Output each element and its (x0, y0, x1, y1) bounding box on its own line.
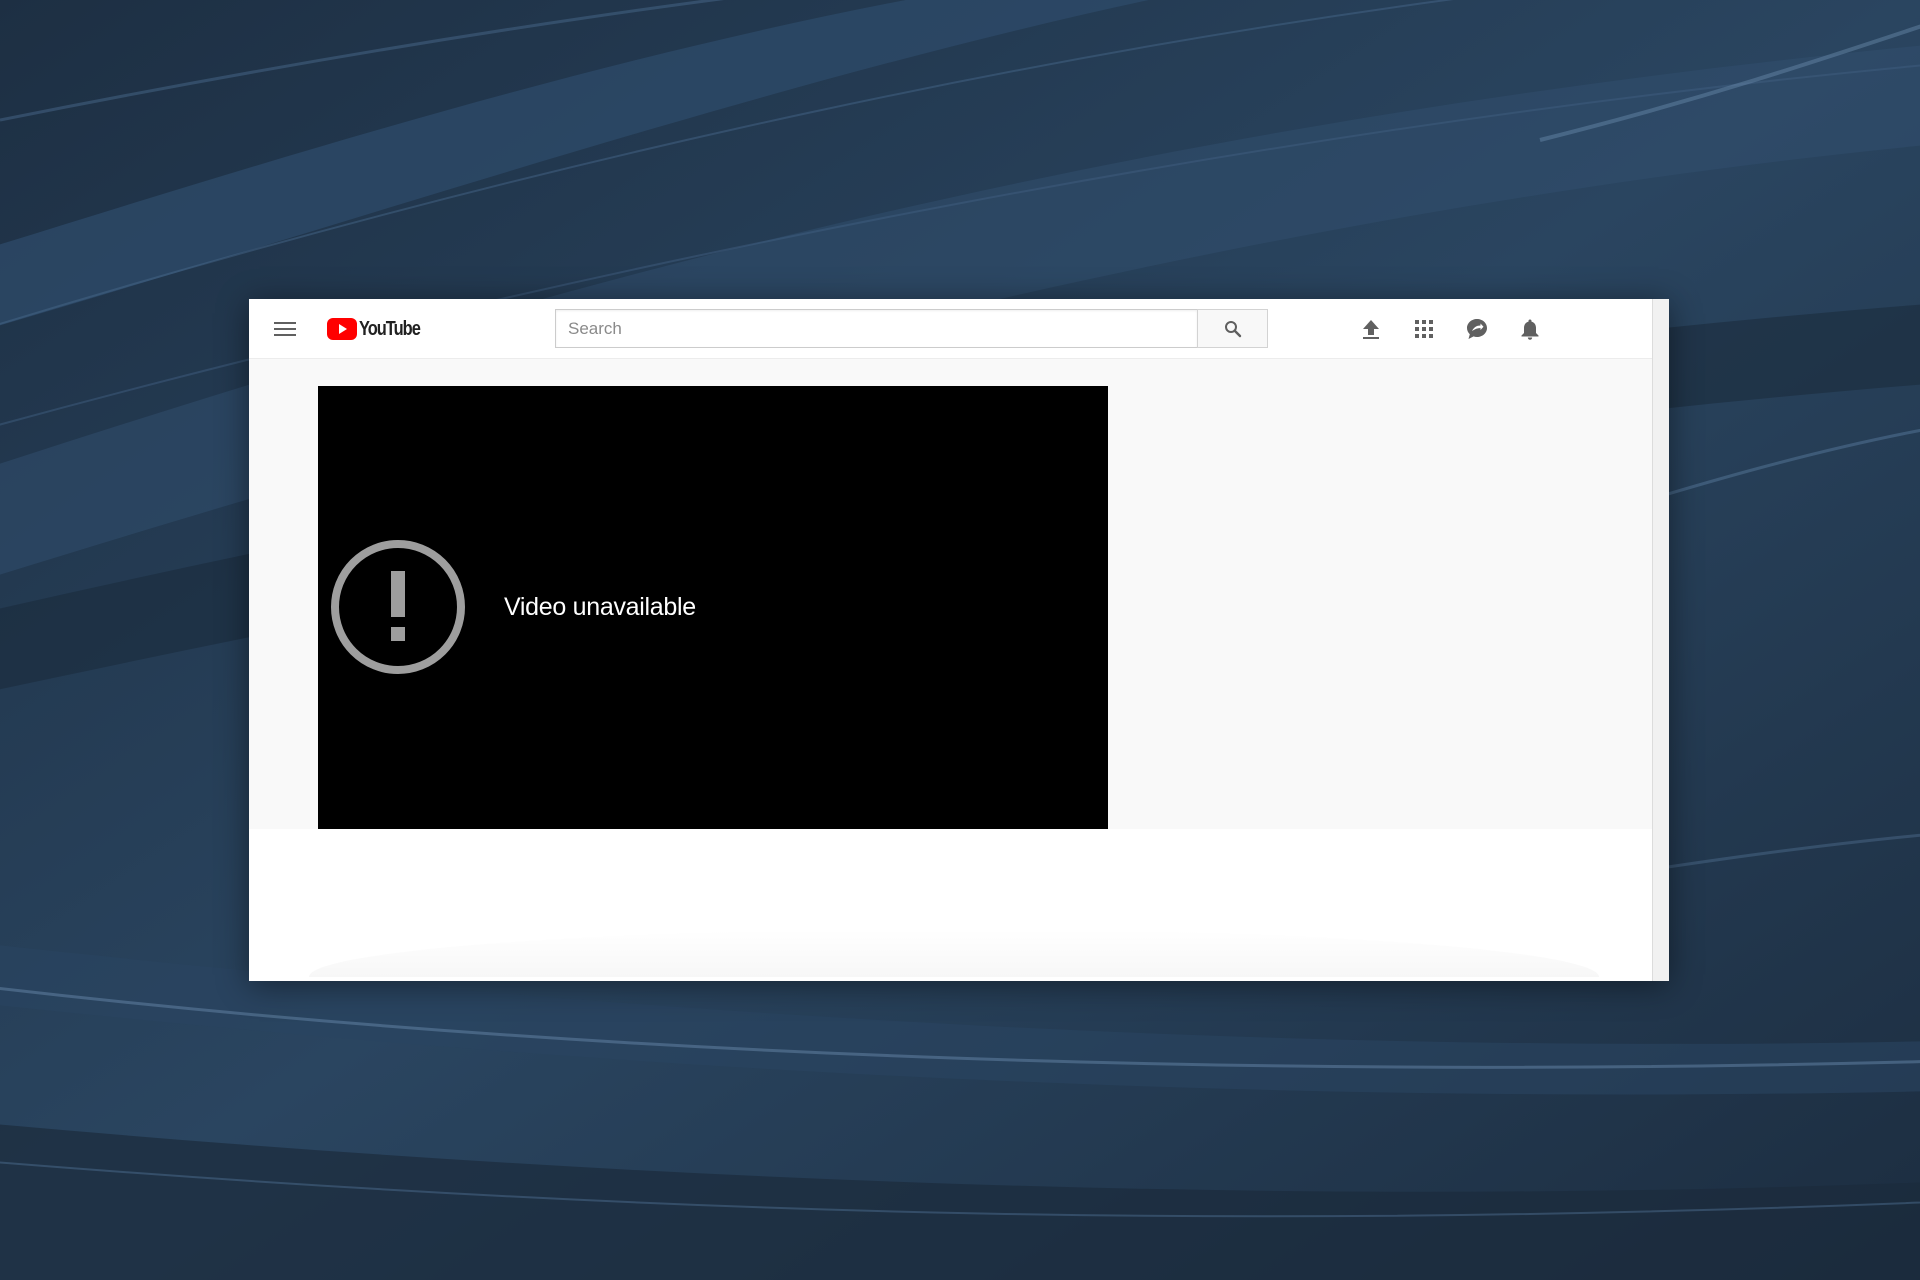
search-form (555, 309, 1268, 348)
watch-page: Video unavailable (249, 359, 1653, 829)
apps-icon (1415, 320, 1433, 338)
messages-button[interactable] (1461, 313, 1493, 345)
search-icon (1224, 320, 1241, 337)
apps-button[interactable] (1408, 313, 1440, 345)
youtube-logo[interactable]: YouTube (327, 317, 433, 341)
alert-circle-icon (331, 540, 465, 674)
upload-icon (1363, 320, 1379, 339)
video-player[interactable]: Video unavailable (318, 386, 1108, 829)
upload-button[interactable] (1355, 313, 1387, 345)
browser-window: YouTube Search Video unavailable (249, 299, 1669, 981)
messages-icon (1467, 319, 1487, 339)
menu-icon (274, 322, 296, 336)
player-error-message: Video unavailable (504, 593, 696, 621)
content-shadow (309, 929, 1599, 977)
youtube-play-icon (327, 318, 357, 340)
notifications-button[interactable] (1514, 313, 1546, 345)
youtube-masthead: YouTube (249, 299, 1653, 359)
search-input[interactable] (555, 309, 1197, 348)
masthead-end-icons (1355, 313, 1546, 345)
logo-wordmark: YouTube (359, 317, 421, 340)
guide-menu-button[interactable] (269, 313, 301, 345)
window-scrollbar[interactable] (1652, 299, 1669, 981)
search-button[interactable] (1197, 309, 1268, 348)
notifications-icon (1521, 319, 1539, 340)
